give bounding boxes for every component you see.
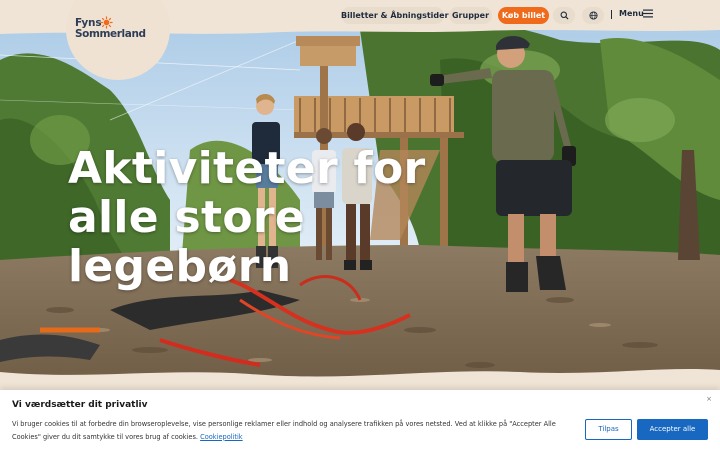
- language-button[interactable]: [582, 7, 604, 24]
- cookie-description-text: Vi bruger cookies til at forbedre din br…: [12, 420, 556, 441]
- close-icon[interactable]: ×: [704, 394, 714, 404]
- cookie-banner: Vi værdsætter dit privatliv × Vi bruger …: [0, 390, 720, 450]
- globe-icon: [588, 11, 598, 20]
- search-icon: [560, 11, 569, 20]
- headline-line-3: legebørn: [68, 241, 292, 292]
- hamburger-icon[interactable]: [643, 9, 653, 18]
- customize-button[interactable]: Tilpas: [585, 419, 632, 440]
- headline-line-2: alle store: [68, 192, 306, 243]
- accept-all-button[interactable]: Accepter alle: [637, 419, 708, 440]
- cookie-title: Vi værdsætter dit privatliv: [12, 400, 148, 410]
- groups-button[interactable]: Grupper: [449, 7, 492, 24]
- hero-headline: Aktiviteter for alle store legebørn: [68, 144, 428, 291]
- headline-line-1: Aktiviteter for: [68, 143, 426, 194]
- tickets-hours-button[interactable]: Billetter & Åbningstider: [341, 7, 449, 24]
- logo-text-line2: Sommerland: [75, 28, 146, 40]
- search-button[interactable]: [553, 7, 575, 24]
- menu-button[interactable]: Menu: [619, 8, 644, 20]
- nav-divider: [611, 10, 612, 19]
- cookie-policy-link[interactable]: Cookiepolitik: [200, 433, 243, 441]
- buy-ticket-button[interactable]: Køb billet: [498, 7, 549, 24]
- logo[interactable]: Fyns Sommerland: [75, 16, 146, 44]
- cookie-description: Vi bruger cookies til at forbedre din br…: [12, 418, 582, 443]
